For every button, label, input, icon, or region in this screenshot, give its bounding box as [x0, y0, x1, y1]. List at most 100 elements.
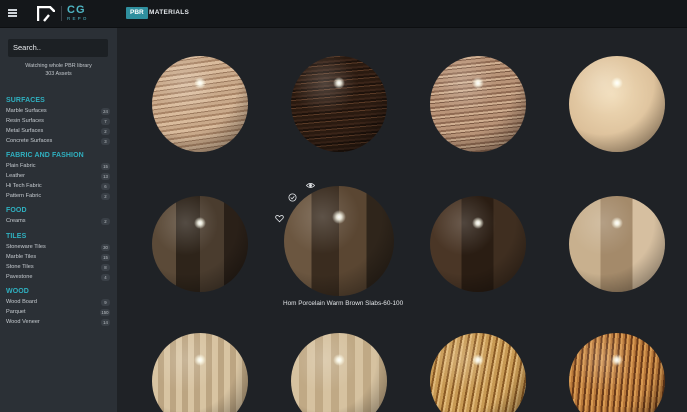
category-item[interactable]: Wood Veneer 14	[6, 318, 110, 327]
category-item[interactable]: Leather 13	[6, 172, 110, 181]
category-item-label: Stoneware Tiles	[6, 244, 46, 250]
top-bar: CG REPO PBR MATERIALS	[0, 0, 687, 28]
asset-count: 303 Assets	[45, 71, 72, 77]
category-item-label: Wood Veneer	[6, 319, 40, 325]
sphere-shading	[284, 186, 394, 296]
count-badge: 3	[101, 138, 110, 145]
category-item-label: Resin Surfaces	[6, 118, 44, 124]
eye-icon[interactable]	[306, 181, 315, 190]
check-circle-icon[interactable]	[288, 193, 297, 202]
category-item[interactable]: Wood Board 9	[6, 298, 110, 307]
count-badge: 7	[101, 118, 110, 125]
specular-highlight	[472, 217, 484, 229]
logo-subtext: REPO	[67, 16, 89, 22]
material-thumbnail[interactable]	[430, 196, 526, 292]
count-badge: 150	[99, 309, 110, 316]
sphere-shading	[430, 196, 526, 292]
specular-highlight	[472, 354, 484, 366]
category-item[interactable]: Pavestone 4	[6, 273, 110, 282]
category-item-label: Wood Board	[6, 299, 37, 305]
count-badge: 8	[101, 264, 110, 271]
search-input[interactable]: Search..	[8, 39, 108, 57]
specular-highlight	[611, 217, 623, 229]
heart-icon[interactable]	[275, 214, 284, 223]
category-item[interactable]: Metal Surfaces 2	[6, 127, 110, 136]
category-item[interactable]: Creams 2	[6, 217, 110, 226]
category-item[interactable]: Concrete Surfaces 3	[6, 137, 110, 146]
category-item-label: Concrete Surfaces	[6, 138, 53, 144]
category-item-label: Marble Tiles	[6, 254, 37, 260]
category-item-label: Pavestone	[6, 274, 33, 280]
material-thumbnail[interactable]	[152, 333, 248, 412]
category-item[interactable]: Resin Surfaces 7	[6, 117, 110, 126]
count-badge: 15	[101, 254, 110, 261]
count-badge: 2	[101, 128, 110, 135]
category-item[interactable]: Pattern Fabric 2	[6, 192, 110, 201]
material-thumbnail[interactable]	[569, 56, 665, 152]
sphere-shading	[430, 56, 526, 152]
category-item[interactable]: Plain Fabric 15	[6, 162, 110, 171]
materials-grid: Hom Porcelain Warm Brown Slabs-60-100	[117, 28, 687, 412]
logo-mark-icon	[37, 5, 55, 22]
category-heading[interactable]: WOOD	[6, 288, 29, 295]
logo-text: CG	[67, 4, 86, 17]
material-thumbnail[interactable]	[291, 56, 387, 152]
count-badge: 13	[101, 173, 110, 180]
category-item-label: Creams	[6, 218, 26, 224]
category-item[interactable]: Hi Tech Fabric 6	[6, 182, 110, 191]
category-item-label: Leather	[6, 173, 25, 179]
category-item[interactable]: Marble Tiles 15	[6, 253, 110, 262]
category-item[interactable]: Stone Tiles 8	[6, 263, 110, 272]
specular-highlight	[194, 354, 206, 366]
count-badge: 15	[101, 163, 110, 170]
specular-highlight	[194, 217, 206, 229]
material-thumbnail[interactable]	[430, 333, 526, 412]
sphere-shading	[291, 333, 387, 412]
category-item-label: Metal Surfaces	[6, 128, 44, 134]
count-badge: 6	[101, 183, 110, 190]
logo-divider	[61, 6, 62, 21]
material-thumbnail[interactable]	[430, 56, 526, 152]
category-item[interactable]: Marble Surfaces 24	[6, 107, 110, 116]
sphere-shading	[152, 333, 248, 412]
count-badge: 9	[101, 299, 110, 306]
sidebar: Search.. Watching whole PBR library 303 …	[0, 28, 117, 412]
category-item-label: Plain Fabric	[6, 163, 36, 169]
category-item[interactable]: Stoneware Tiles 30	[6, 243, 110, 252]
count-badge: 14	[101, 319, 110, 326]
material-thumbnail[interactable]	[291, 333, 387, 412]
specular-highlight	[333, 354, 345, 366]
category-heading[interactable]: SURFACES	[6, 97, 45, 104]
category-heading[interactable]: TILES	[6, 233, 26, 240]
section-tag[interactable]: PBR	[126, 7, 148, 19]
category-heading[interactable]: FOOD	[6, 207, 27, 214]
material-thumbnail[interactable]	[569, 333, 665, 412]
page-title: MATERIALS	[149, 9, 190, 16]
count-badge: 24	[101, 108, 110, 115]
sphere-shading	[291, 56, 387, 152]
material-thumbnail[interactable]	[152, 196, 248, 292]
category-item-label: Hi Tech Fabric	[6, 183, 42, 189]
watching-text: Watching whole PBR library	[25, 63, 92, 69]
specular-highlight	[332, 210, 346, 224]
menu-icon[interactable]	[8, 9, 17, 17]
sphere-shading	[152, 56, 248, 152]
category-item-label: Parquet	[6, 309, 26, 315]
count-badge: 30	[101, 244, 110, 251]
sphere-shading	[569, 196, 665, 292]
category-item[interactable]: Parquet 150	[6, 308, 110, 317]
category-heading[interactable]: FABRIC AND FASHION	[6, 152, 84, 159]
count-badge: 2	[101, 193, 110, 200]
material-thumbnail[interactable]	[284, 186, 394, 296]
material-thumbnail[interactable]	[152, 56, 248, 152]
sphere-shading	[569, 56, 665, 152]
specular-highlight	[611, 354, 623, 366]
category-item-label: Stone Tiles	[6, 264, 34, 270]
material-thumbnail[interactable]	[569, 196, 665, 292]
sphere-shading	[569, 333, 665, 412]
hovered-material-title[interactable]: Hom Porcelain Warm Brown Slabs-60-100	[283, 300, 403, 307]
logo[interactable]: CG REPO	[37, 5, 89, 22]
library-info: Watching whole PBR library 303 Assets	[0, 62, 117, 78]
specular-highlight	[611, 77, 623, 89]
count-badge: 2	[101, 218, 110, 225]
